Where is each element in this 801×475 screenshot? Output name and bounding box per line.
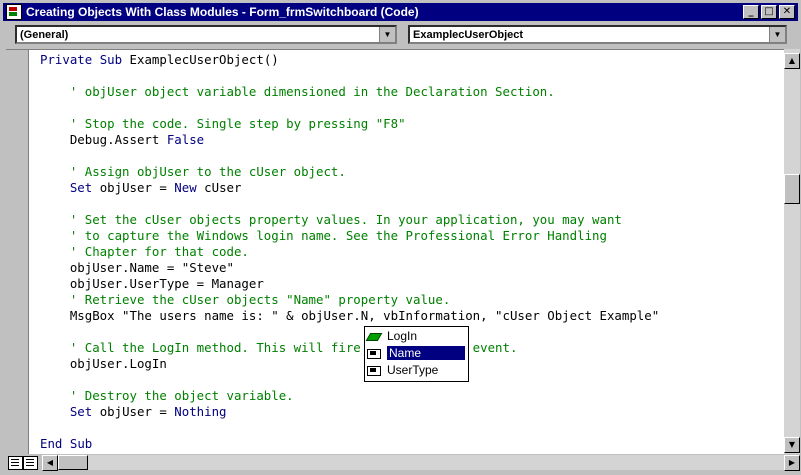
code-line[interactable] [40, 68, 784, 84]
code-line[interactable]: ' Assign objUser to the cUser object. [40, 164, 784, 180]
code-line[interactable]: ' Chapter for that code. [40, 244, 784, 260]
window-controls: _ □ ✕ [741, 5, 795, 19]
code-line[interactable]: ' to capture the Windows login name. See… [40, 228, 784, 244]
autocomplete-item[interactable]: UserType [365, 361, 468, 378]
code-text-area[interactable]: Private Sub ExamplecUserObject() ' objUs… [40, 52, 784, 455]
chevron-down-icon[interactable]: ▼ [379, 27, 395, 42]
code-line[interactable]: objUser.UserType = Manager [40, 276, 784, 292]
scroll-down-icon[interactable]: ▼ [784, 437, 800, 453]
object-dropdown-value: (General) [20, 29, 69, 41]
scroll-up-icon[interactable]: ▲ [784, 53, 800, 69]
code-line[interactable] [40, 100, 784, 116]
code-line[interactable]: Set objUser = Nothing [40, 404, 784, 420]
vertical-scrollbar[interactable]: ▲ ▼ [784, 49, 800, 454]
property-icon [367, 347, 383, 359]
autocomplete-item[interactable]: LogIn [365, 327, 468, 344]
code-editor[interactable]: Private Sub ExamplecUserObject() ' objUs… [6, 49, 784, 455]
chevron-down-icon[interactable]: ▼ [769, 27, 785, 42]
horizontal-scroll-thumb[interactable] [58, 455, 88, 470]
code-line[interactable]: MsgBox "The users name is: " & objUser.N… [40, 308, 784, 324]
autocomplete-item-label: Name [387, 345, 465, 360]
code-line[interactable] [40, 420, 784, 436]
autocomplete-item-label: LogIn [387, 328, 418, 343]
code-line[interactable]: objUser.Name = "Steve" [40, 260, 784, 276]
window-title: Creating Objects With Class Modules - Fo… [26, 5, 419, 19]
full-module-view-icon[interactable] [23, 456, 38, 470]
code-line[interactable]: Private Sub ExamplecUserObject() [40, 52, 784, 68]
object-dropdown[interactable]: (General) ▼ [15, 25, 397, 44]
procedure-dropdown-value: ExamplecUserObject [413, 29, 524, 41]
code-line[interactable]: ' Destroy the object variable. [40, 388, 784, 404]
minimize-button[interactable]: _ [743, 5, 759, 19]
maximize-button[interactable]: □ [761, 5, 777, 19]
close-button[interactable]: ✕ [779, 5, 795, 19]
vertical-scroll-thumb[interactable] [784, 174, 800, 204]
autocomplete-item-label: UserType [387, 362, 439, 377]
property-icon [367, 364, 383, 376]
code-line[interactable]: ' Set the cUser objects property values.… [40, 212, 784, 228]
procedure-dropdown[interactable]: ExamplecUserObject ▼ [408, 25, 787, 44]
code-line[interactable]: Debug.Assert False [40, 132, 784, 148]
scroll-right-icon[interactable]: ▶ [784, 455, 800, 471]
autocomplete-list[interactable]: LogIn Name UserType [364, 326, 469, 382]
code-line[interactable]: ' Retrieve the cUser objects "Name" prop… [40, 292, 784, 308]
access-app-icon[interactable] [6, 4, 22, 20]
procedure-view-icon[interactable] [8, 456, 23, 470]
method-icon [367, 330, 383, 342]
code-line[interactable] [40, 148, 784, 164]
scroll-left-icon[interactable]: ◀ [42, 455, 58, 471]
code-line[interactable]: ' objUser object variable dimensioned in… [40, 84, 784, 100]
code-line[interactable]: End Sub [40, 436, 784, 452]
autocomplete-item[interactable]: Name [365, 344, 468, 361]
combo-bar: (General) ▼ ExamplecUserObject ▼ [0, 24, 801, 48]
code-line[interactable] [40, 196, 784, 212]
code-line[interactable]: Set objUser = New cUser [40, 180, 784, 196]
title-bar: Creating Objects With Class Modules - Fo… [3, 3, 798, 21]
margin-indicator-bar[interactable] [6, 50, 29, 455]
code-line[interactable]: ' Stop the code. Single step by pressing… [40, 116, 784, 132]
bottom-bar: ◀ ▶ [6, 454, 800, 471]
horizontal-scrollbar[interactable]: ◀ ▶ [42, 455, 800, 471]
